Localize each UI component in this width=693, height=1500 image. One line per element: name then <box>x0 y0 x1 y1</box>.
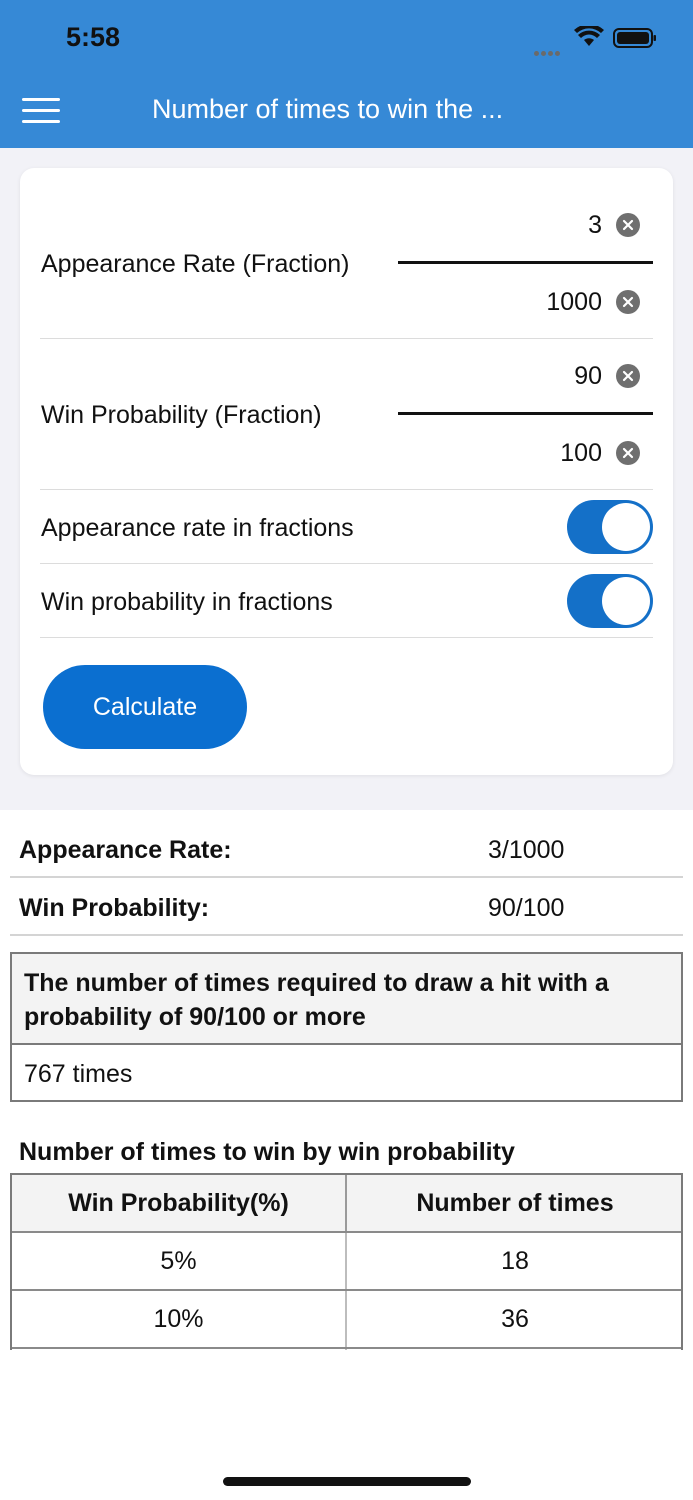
appearance-denominator-input[interactable]: 1000 <box>546 288 602 317</box>
table-cell <box>349 1349 681 1350</box>
page-title: Number of times to win the ... <box>152 94 504 124</box>
divider <box>40 563 653 564</box>
hamburger-menu-icon[interactable] <box>22 98 62 124</box>
status-time: 5:58 <box>66 22 121 52</box>
toggle-appearance-label: Appearance rate in fractions <box>41 514 354 542</box>
toggle-knob <box>602 577 650 625</box>
appearance-rate-label: Appearance Rate (Fraction) <box>41 250 350 278</box>
table-row: 5% 18 <box>12 1233 681 1291</box>
battery-icon <box>613 28 656 48</box>
toggle-win-label: Win probability in fractions <box>41 588 333 616</box>
result-row-win: Win Probability: 90/100 <box>10 878 683 936</box>
table-cell: 10% <box>12 1291 347 1347</box>
result-row-appearance: Appearance Rate: 3/1000 <box>10 820 683 878</box>
clear-icon[interactable] <box>616 213 640 237</box>
win-probability-label: Win Probability (Fraction) <box>41 401 322 429</box>
wifi-icon <box>574 26 604 46</box>
table-cell <box>12 1349 347 1350</box>
appearance-rate-result-value: 3/1000 <box>488 836 565 864</box>
win-numerator-input[interactable]: 90 <box>574 362 602 391</box>
column-header: Number of times <box>416 1188 614 1217</box>
appearance-fraction-toggle[interactable] <box>567 500 653 554</box>
clear-icon[interactable] <box>616 364 640 388</box>
table-row: 10% 36 <box>12 1291 681 1349</box>
signal-icon <box>534 43 564 56</box>
win-probability-result-label: Win Probability: <box>19 894 210 922</box>
table-row <box>12 1349 681 1350</box>
required-times-heading: The number of times required to draw a h… <box>12 954 681 1045</box>
required-times-table: The number of times required to draw a h… <box>10 952 683 1102</box>
calculate-button[interactable]: Calculate <box>43 665 247 749</box>
appearance-numerator-input[interactable]: 3 <box>588 211 602 240</box>
table-cell: 36 <box>501 1304 529 1333</box>
column-header: Win Probability(%) <box>12 1175 347 1231</box>
home-indicator[interactable] <box>223 1477 471 1486</box>
divider <box>40 338 653 339</box>
appearance-rate-result-label: Appearance Rate: <box>19 836 232 864</box>
table-cell: 5% <box>12 1233 347 1289</box>
toggle-knob <box>602 503 650 551</box>
fraction-bar <box>398 412 653 415</box>
table-cell: 18 <box>501 1246 529 1275</box>
table-header-row: Win Probability(%) Number of times <box>12 1175 681 1233</box>
input-card: 3 Appearance Rate (Fraction) 1000 90 Win… <box>20 168 673 775</box>
probability-table-title: Number of times to win by win probabilit… <box>19 1138 515 1166</box>
probability-table: Win Probability(%) Number of times 5% 18… <box>10 1173 683 1350</box>
required-times-value: 767 times <box>24 1060 133 1088</box>
win-fraction-toggle[interactable] <box>567 574 653 628</box>
divider <box>40 637 653 638</box>
fraction-bar <box>398 261 653 264</box>
win-probability-result-value: 90/100 <box>488 894 565 922</box>
form-area: 3 Appearance Rate (Fraction) 1000 90 Win… <box>0 148 693 810</box>
clear-icon[interactable] <box>616 290 640 314</box>
clear-icon[interactable] <box>616 441 640 465</box>
win-denominator-input[interactable]: 100 <box>560 439 602 468</box>
app-header: 5:58 Number of times to win the ... <box>0 0 693 148</box>
divider <box>40 489 653 490</box>
